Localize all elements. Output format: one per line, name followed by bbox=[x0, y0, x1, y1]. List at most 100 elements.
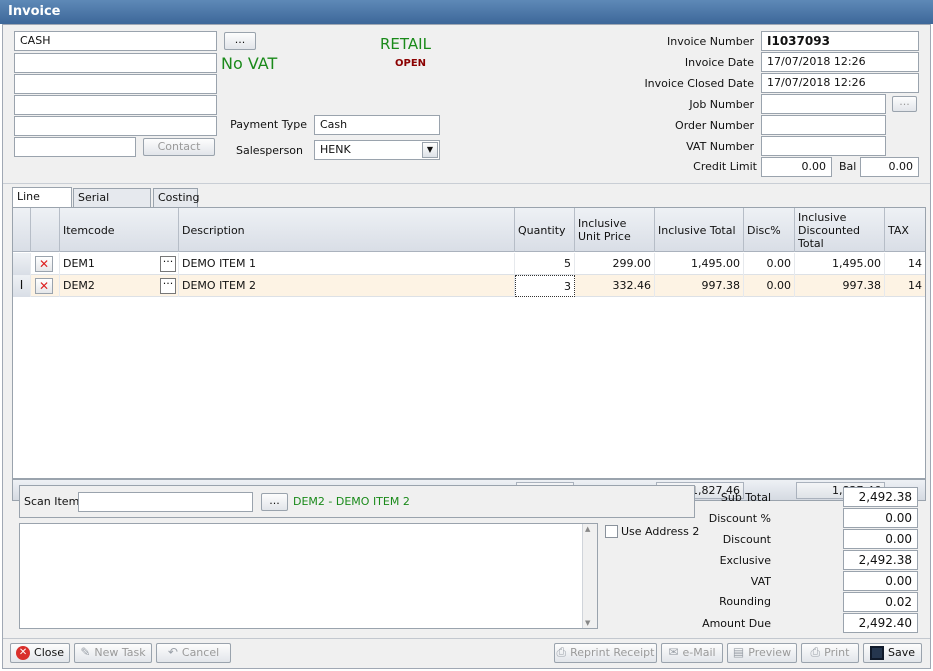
itemcode-cell[interactable]: DEM1 ··· bbox=[60, 253, 179, 275]
header-delete bbox=[31, 208, 60, 252]
job-number-field[interactable] bbox=[761, 94, 886, 114]
sub-total-label: Sub Total bbox=[720, 491, 771, 504]
header-itemcode[interactable]: Itemcode bbox=[60, 208, 179, 252]
tax-cell[interactable]: 14 bbox=[885, 253, 925, 275]
amount-due-field: 2,492.40 bbox=[843, 613, 918, 633]
disc-cell[interactable]: 0.00 bbox=[744, 275, 795, 297]
contact-field[interactable] bbox=[14, 137, 136, 157]
credit-limit-field[interactable]: 0.00 bbox=[761, 157, 832, 177]
itemcode-cell[interactable]: DEM2 ··· bbox=[60, 275, 179, 297]
delete-row-icon[interactable]: ✕ bbox=[35, 278, 53, 294]
bottom-toolbar: ✕ Close ✎ New Task ↶ Cancel ⎙ Reprint Receip… bbox=[3, 638, 930, 668]
invoice-date-field[interactable]: 17/07/2018 12:26 bbox=[761, 52, 919, 72]
scan-item-panel: Scan Item ... DEM2 - DEMO ITEM 2 bbox=[19, 485, 695, 518]
printer-icon: ⎙ bbox=[556, 645, 567, 659]
bal-label: Bal bbox=[839, 160, 857, 173]
address-line-3[interactable] bbox=[14, 95, 217, 115]
new-task-button[interactable]: ✎ New Task bbox=[74, 643, 152, 663]
closed-date-field[interactable]: 17/07/2018 12:26 bbox=[761, 73, 919, 93]
invoice-type-label: RETAIL bbox=[380, 35, 431, 53]
vat-number-label: VAT Number bbox=[686, 140, 754, 153]
cancel-button[interactable]: ↶ Cancel bbox=[156, 643, 231, 663]
address-line-2[interactable] bbox=[14, 74, 217, 94]
print-button[interactable]: ⎙ Print bbox=[801, 643, 859, 663]
job-lookup-button[interactable]: ... bbox=[892, 96, 917, 112]
header-disc[interactable]: Disc% bbox=[744, 208, 795, 252]
printer-icon: ⎙ bbox=[810, 645, 821, 659]
header-tax[interactable]: TAX bbox=[885, 208, 925, 252]
invoice-date-label: Invoice Date bbox=[684, 56, 754, 69]
order-number-field[interactable] bbox=[761, 115, 886, 135]
table-row[interactable]: I ✕ DEM2 ··· DEMO ITEM 2 3 332.46 997.38… bbox=[13, 275, 925, 297]
save-button[interactable]: Save bbox=[863, 643, 922, 663]
header-description[interactable]: Description bbox=[179, 208, 515, 252]
description-cell[interactable]: DEMO ITEM 2 bbox=[179, 275, 515, 297]
header-indicator bbox=[13, 208, 31, 252]
exclusive-label: Exclusive bbox=[719, 554, 771, 567]
unit-price-cell[interactable]: 299.00 bbox=[575, 253, 655, 275]
payment-type-field[interactable]: Cash bbox=[314, 115, 440, 135]
preview-button[interactable]: ▤ Preview bbox=[727, 643, 797, 663]
vat-status-label: No VAT bbox=[221, 54, 278, 73]
vat-number-field[interactable] bbox=[761, 136, 886, 156]
chevron-down-icon[interactable]: ▼ bbox=[422, 142, 438, 158]
close-button[interactable]: ✕ Close bbox=[10, 643, 70, 663]
invoice-form: CASH ... Contact No VAT RETAIL OPEN Paym… bbox=[2, 24, 931, 669]
delete-row-icon[interactable]: ✕ bbox=[35, 256, 53, 272]
unit-price-cell[interactable]: 332.46 bbox=[575, 275, 655, 297]
order-number-label: Order Number bbox=[675, 119, 754, 132]
discount-field[interactable]: 0.00 bbox=[843, 529, 918, 549]
bal-field[interactable]: 0.00 bbox=[860, 157, 919, 177]
closed-date-label: Invoice Closed Date bbox=[644, 77, 754, 90]
line-items-grid: Itemcode Description Quantity Inclusive … bbox=[12, 207, 926, 479]
header-quantity[interactable]: Quantity bbox=[515, 208, 575, 252]
tab-line-items[interactable]: Line Items bbox=[12, 187, 72, 220]
invoice-status-label: OPEN bbox=[395, 58, 427, 69]
new-task-icon: ✎ bbox=[80, 645, 91, 659]
contact-button[interactable]: Contact bbox=[143, 138, 215, 156]
item-lookup-button[interactable]: ··· bbox=[160, 278, 176, 294]
email-button[interactable]: ✉ e-Mail bbox=[661, 643, 723, 663]
notes-memo[interactable]: ▲ ▼ bbox=[19, 523, 598, 629]
discount-label: Discount bbox=[722, 533, 771, 546]
vat-field: 0.00 bbox=[843, 571, 918, 591]
notes-scrollbar[interactable]: ▲ ▼ bbox=[582, 524, 597, 628]
scan-item-label: Scan Item bbox=[24, 495, 80, 508]
scroll-down-icon[interactable]: ▼ bbox=[585, 619, 590, 627]
header-inclusive-total[interactable]: Inclusive Total bbox=[655, 208, 744, 252]
close-icon: ✕ bbox=[16, 646, 31, 660]
scan-lookup-button[interactable]: ... bbox=[261, 493, 288, 511]
tab-costing[interactable]: Costing bbox=[153, 188, 199, 207]
envelope-icon: ✉ bbox=[668, 645, 679, 659]
customer-lookup-button[interactable]: ... bbox=[224, 32, 256, 50]
header-unit-price[interactable]: Inclusive Unit Price bbox=[575, 208, 655, 252]
quantity-cell[interactable]: 3 bbox=[515, 275, 575, 297]
address-line-4[interactable] bbox=[14, 116, 217, 136]
header-discounted-total[interactable]: Inclusive Discounted Total bbox=[795, 208, 885, 252]
credit-limit-label: Credit Limit bbox=[693, 160, 757, 173]
salesperson-label: Salesperson bbox=[236, 144, 303, 157]
customer-account-field[interactable]: CASH bbox=[14, 31, 217, 51]
invoice-number-field[interactable]: I1037093 bbox=[761, 31, 919, 51]
vat-label: VAT bbox=[750, 575, 771, 588]
tax-cell[interactable]: 14 bbox=[885, 275, 925, 297]
scroll-up-icon[interactable]: ▲ bbox=[585, 525, 590, 533]
amount-due-label: Amount Due bbox=[702, 617, 771, 630]
tab-serial-numbers[interactable]: Serial Numbers bbox=[73, 188, 151, 221]
header-divider bbox=[3, 183, 930, 184]
quantity-cell[interactable]: 5 bbox=[515, 253, 575, 275]
item-lookup-button[interactable]: ··· bbox=[160, 256, 176, 272]
address-line-1[interactable] bbox=[14, 53, 217, 73]
table-row[interactable]: ✕ DEM1 ··· DEMO ITEM 1 5 299.00 1,495.00… bbox=[13, 253, 925, 275]
discount-pct-field[interactable]: 0.00 bbox=[843, 508, 918, 528]
job-number-label: Job Number bbox=[689, 98, 754, 111]
reprint-receipt-button[interactable]: ⎙ Reprint Receipt bbox=[554, 643, 657, 663]
rounding-field: 0.02 bbox=[843, 592, 918, 612]
disc-cell[interactable]: 0.00 bbox=[744, 253, 795, 275]
invoice-number-label: Invoice Number bbox=[666, 35, 754, 48]
sub-total-field: 2,492.38 bbox=[843, 487, 918, 507]
use-address2-checkbox[interactable] bbox=[605, 525, 618, 538]
row-edit-cursor-icon: I bbox=[13, 275, 31, 297]
description-cell[interactable]: DEMO ITEM 1 bbox=[179, 253, 515, 275]
scan-item-input[interactable] bbox=[78, 492, 253, 512]
